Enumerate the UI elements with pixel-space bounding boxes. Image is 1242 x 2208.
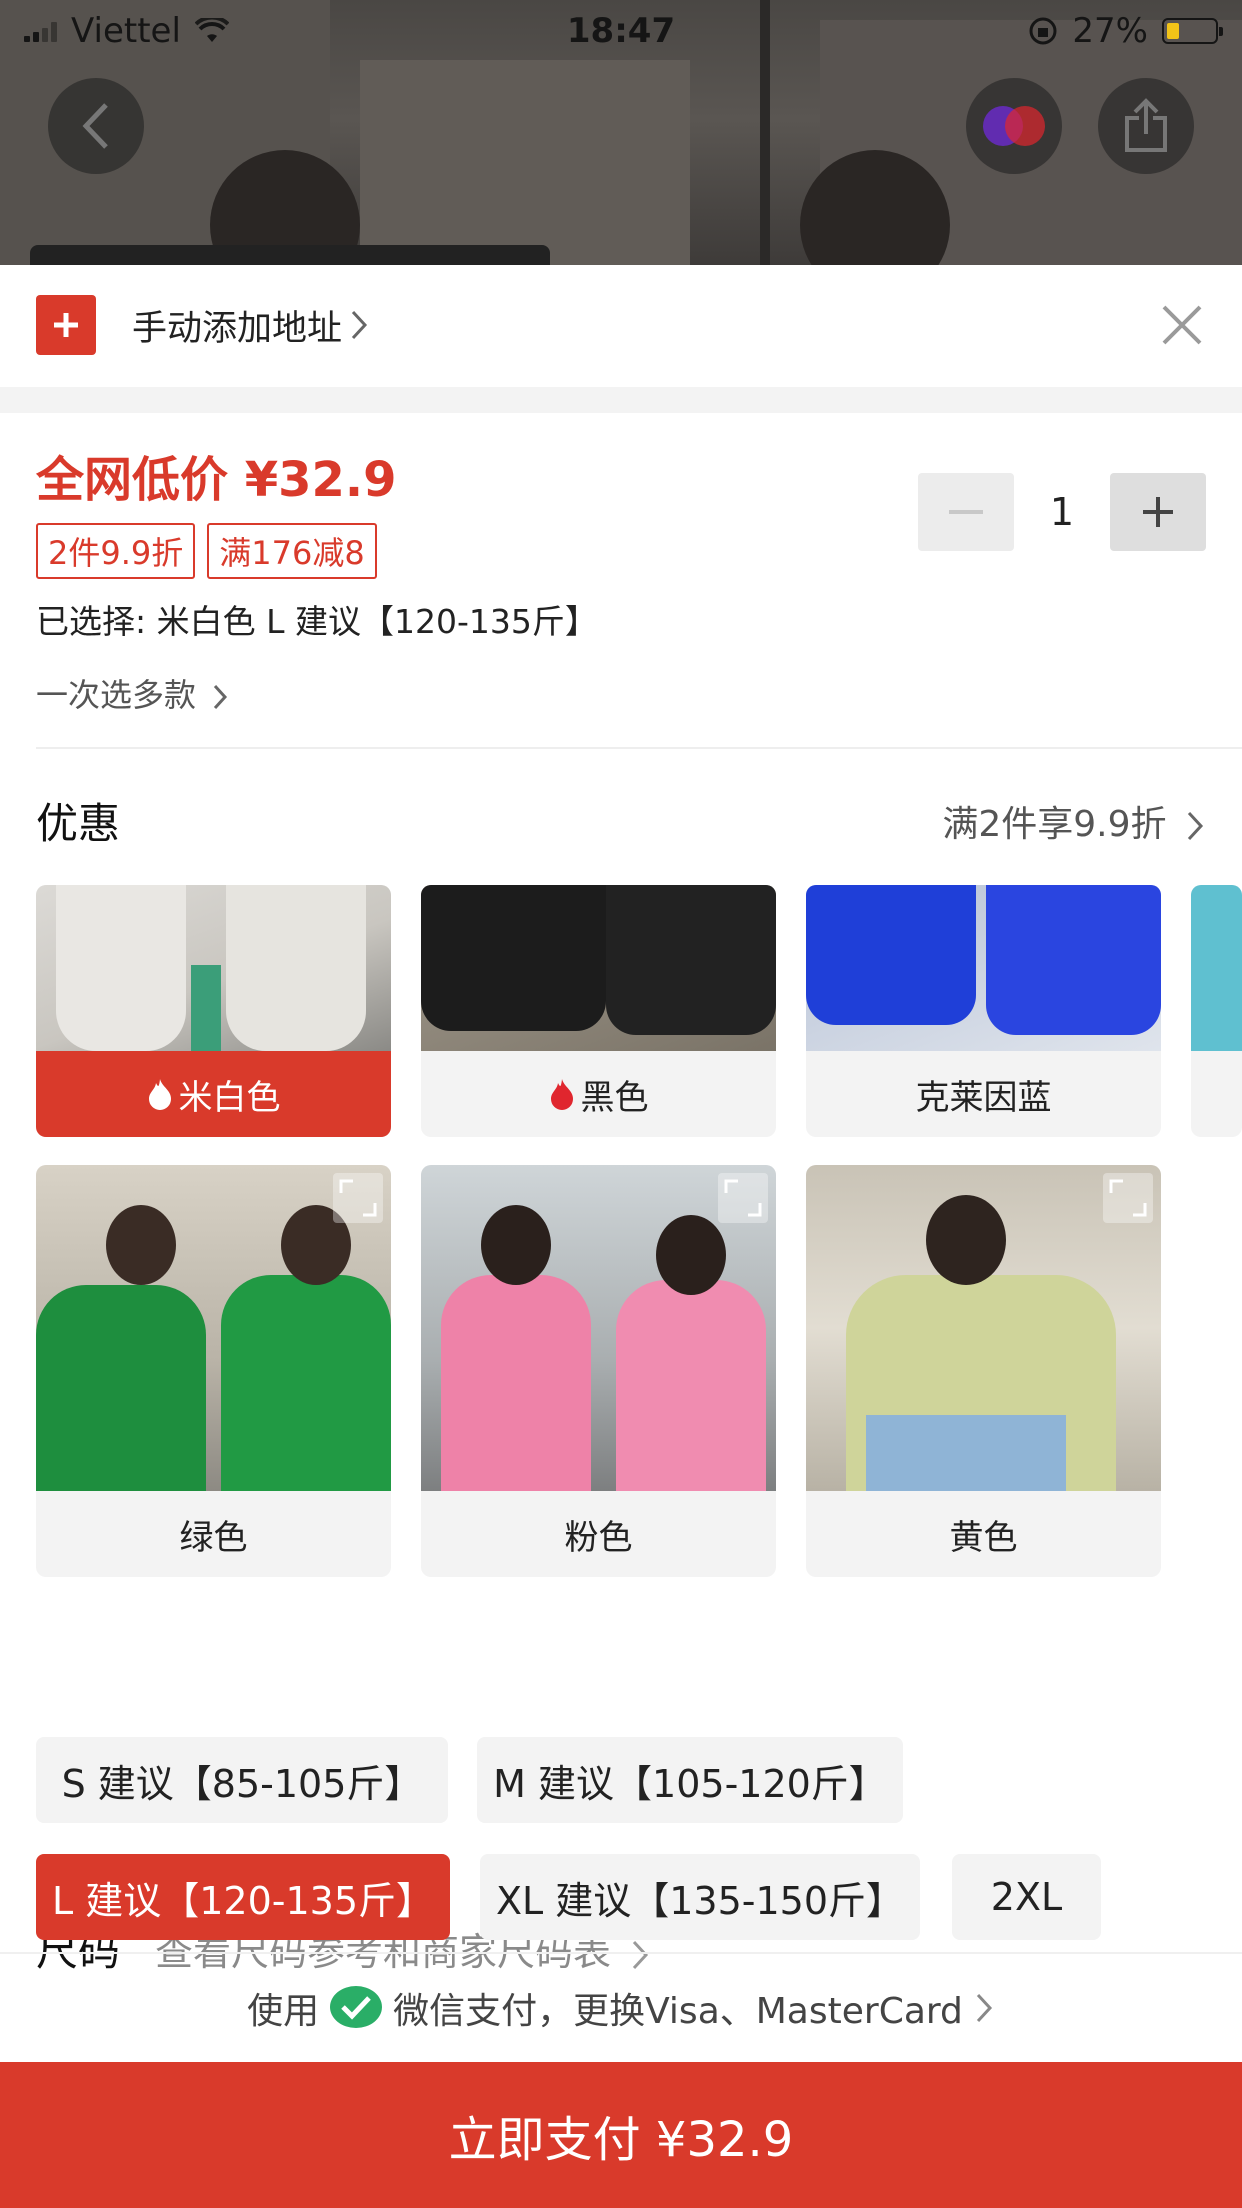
chevron-right-icon <box>1187 811 1204 841</box>
multi-select-link[interactable]: 一次选多款 <box>36 670 230 716</box>
selected-sku-text: 已选择: 米白色 L 建议【120-135斤】 <box>36 602 598 641</box>
carrier-name: Viettel <box>71 11 181 51</box>
price-text: 全网低价 ¥32.9 <box>36 452 397 508</box>
color-option-card-partial[interactable] <box>1191 885 1242 1137</box>
color-photo <box>1191 885 1242 1051</box>
discount-tag: 2件9.9折 <box>36 523 196 579</box>
color-label: 米白色 <box>178 1077 281 1118</box>
color-label: 黄色 <box>949 1517 1018 1558</box>
expand-icon[interactable] <box>1103 1173 1153 1223</box>
color-option-card[interactable]: 克莱因蓝 <box>806 885 1161 1137</box>
flame-icon <box>550 1079 573 1110</box>
size-option-2xl[interactable]: 2XL <box>952 1854 1101 1940</box>
wechat-pay-icon <box>330 1986 383 2028</box>
signal-icon <box>24 20 57 42</box>
flame-icon <box>148 1079 171 1110</box>
live-badge-button[interactable] <box>966 78 1062 174</box>
discount-tag: 满176减8 <box>207 523 377 579</box>
color-label: 克莱因蓝 <box>915 1077 1052 1118</box>
color-label-row: 绿色 <box>36 1491 391 1577</box>
color-label: 绿色 <box>179 1517 248 1558</box>
payment-method: 微信支付，更换Visa、MasterCard <box>393 1991 963 2032</box>
minus-icon <box>949 510 983 514</box>
quantity-stepper: 1 <box>918 473 1206 551</box>
color-label-row: 粉色 <box>421 1491 776 1577</box>
color-label-row: 克莱因蓝 <box>806 1051 1161 1137</box>
promo-link-label: 满2件享9.9折 <box>942 804 1167 845</box>
live-icon <box>983 106 1045 146</box>
size-option-m[interactable]: M 建议【105-120斤】 <box>477 1737 903 1823</box>
pay-now-button[interactable]: 立即支付 ¥32.9 <box>0 2062 1242 2208</box>
color-option-card[interactable]: 粉色 <box>421 1165 776 1577</box>
color-label-row: 米白色 <box>36 1051 391 1137</box>
status-bar: Viettel 18:47 27% <box>0 0 1242 62</box>
divider <box>36 747 1242 749</box>
add-address-label: 手动添加地址 <box>132 308 343 349</box>
color-option-card[interactable]: 黑色 <box>421 885 776 1137</box>
product-purchase-screen: Viettel 18:47 27% 手动添加地址 全网低价 ¥32.9 2件9.… <box>0 0 1242 2208</box>
payment-prefix: 使用 <box>247 1991 320 2032</box>
share-icon <box>1125 98 1167 152</box>
chevron-right-icon <box>976 1993 992 2023</box>
color-photo <box>36 885 391 1051</box>
color-label-row: 黑色 <box>421 1051 776 1137</box>
promo-title: 优惠 <box>36 799 121 848</box>
pay-now-label: 立即支付 ¥32.9 <box>448 2112 794 2168</box>
wifi-icon <box>194 18 229 42</box>
increase-button[interactable] <box>1110 473 1206 551</box>
decrease-button[interactable] <box>918 473 1014 551</box>
clock: 18:47 <box>566 11 676 51</box>
discount-tags: 2件9.9折 满176减8 <box>36 523 377 579</box>
size-option-s[interactable]: S 建议【85-105斤】 <box>36 1737 448 1823</box>
section-divider <box>0 387 1242 413</box>
size-option-xl[interactable]: XL 建议【135-150斤】 <box>480 1854 920 1940</box>
color-photo <box>806 885 1161 1051</box>
back-button[interactable] <box>48 78 144 174</box>
chevron-right-icon <box>351 310 368 340</box>
size-option-l[interactable]: L 建议【120-135斤】 <box>36 1854 450 1940</box>
expand-icon[interactable] <box>333 1173 383 1223</box>
color-option-card[interactable]: 黄色 <box>806 1165 1161 1577</box>
multi-select-label: 一次选多款 <box>36 676 197 714</box>
color-label: 粉色 <box>564 1517 633 1558</box>
color-label: 黑色 <box>580 1077 649 1118</box>
sku-selection-sheet: 手动添加地址 全网低价 ¥32.9 2件9.9折 满176减8 已选择: 米白色… <box>0 265 1242 2208</box>
color-option-card[interactable]: 米白色 <box>36 885 391 1137</box>
quantity-value: 1 <box>1049 490 1075 534</box>
plus-icon <box>36 295 96 355</box>
chevron-right-icon <box>214 684 228 710</box>
expand-icon[interactable] <box>718 1173 768 1223</box>
close-icon <box>1162 305 1202 345</box>
color-photo <box>421 885 776 1051</box>
payment-method-row[interactable]: 使用 微信支付，更换Visa、MasterCard <box>0 1952 1242 2062</box>
battery-icon <box>1162 18 1223 44</box>
add-address-row[interactable]: 手动添加地址 <box>0 265 1242 385</box>
promo-link[interactable]: 满2件享9.9折 <box>942 795 1206 847</box>
chevron-left-icon <box>82 103 108 149</box>
orientation-lock-icon <box>1029 17 1057 45</box>
close-button[interactable] <box>1160 303 1204 347</box>
color-option-card[interactable]: 绿色 <box>36 1165 391 1577</box>
battery-percent: 27% <box>1072 11 1148 51</box>
share-button[interactable] <box>1098 78 1194 174</box>
color-label-row: 黄色 <box>806 1491 1161 1577</box>
plus-icon <box>1143 497 1173 527</box>
